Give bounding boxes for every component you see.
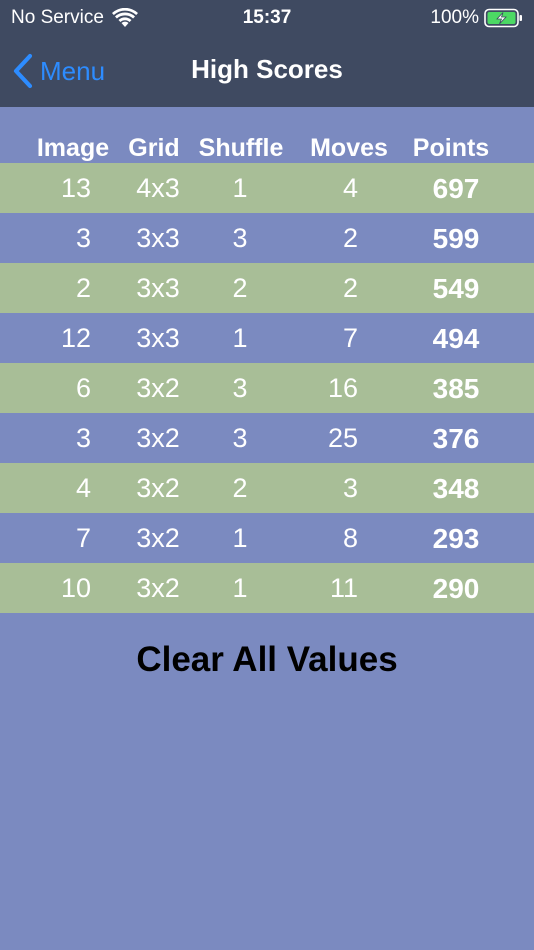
cell-shuffle: 2 bbox=[232, 473, 248, 503]
cell-points: 494 bbox=[432, 323, 480, 354]
cell-moves: 2 bbox=[342, 223, 358, 253]
cell-image: 4 bbox=[75, 473, 91, 503]
cell-points: 549 bbox=[432, 273, 480, 304]
header-points: Points bbox=[412, 134, 490, 162]
status-right: 100% bbox=[430, 7, 524, 29]
cell-shuffle: 2 bbox=[232, 273, 248, 303]
cell-shuffle: 1 bbox=[232, 523, 248, 553]
table-row: 13 4x3 1 4 697 bbox=[0, 163, 534, 213]
nav-bar: Menu High Scores bbox=[0, 40, 534, 102]
cell-moves: 7 bbox=[342, 323, 358, 353]
cell-moves: 11 bbox=[329, 573, 358, 603]
cell-points: 290 bbox=[432, 573, 480, 604]
table-header: Image Grid Shuffle Moves Points bbox=[0, 107, 534, 163]
table-row: 7 3x2 1 8 293 bbox=[0, 513, 534, 563]
table-row: 3 3x2 3 25 376 bbox=[0, 413, 534, 463]
cell-grid: 3x2 bbox=[136, 523, 180, 553]
cell-moves: 16 bbox=[327, 373, 358, 403]
table-row: 10 3x2 1 11 290 bbox=[0, 563, 534, 613]
cell-grid: 3x2 bbox=[136, 423, 180, 453]
header-moves: Moves bbox=[310, 134, 388, 162]
cell-points: 348 bbox=[432, 473, 480, 504]
header-grid: Grid bbox=[128, 134, 180, 162]
clear-all-button[interactable]: Clear All Values bbox=[0, 640, 534, 680]
table-row: 12 3x3 1 7 494 bbox=[0, 313, 534, 363]
cell-grid: 3x2 bbox=[136, 373, 180, 403]
high-scores-table: Image Grid Shuffle Moves Points 13 4x3 1… bbox=[0, 107, 534, 613]
cell-grid: 3x3 bbox=[136, 273, 180, 303]
cell-image: 6 bbox=[75, 373, 91, 403]
cell-image: 7 bbox=[75, 523, 91, 553]
cell-points: 376 bbox=[432, 423, 480, 454]
cell-moves: 3 bbox=[342, 473, 358, 503]
cell-image: 2 bbox=[75, 273, 91, 303]
table-row: 3 3x3 3 2 599 bbox=[0, 213, 534, 263]
cell-image: 3 bbox=[75, 223, 91, 253]
cell-image: 12 bbox=[60, 323, 91, 353]
cell-image: 13 bbox=[60, 173, 91, 203]
cell-grid: 3x2 bbox=[136, 473, 180, 503]
table-row: 4 3x2 2 3 348 bbox=[0, 463, 534, 513]
cell-grid: 3x2 bbox=[136, 573, 180, 603]
cell-shuffle: 3 bbox=[232, 223, 248, 253]
cell-moves: 8 bbox=[342, 523, 358, 553]
cell-shuffle: 3 bbox=[232, 423, 248, 453]
cell-moves: 4 bbox=[342, 173, 358, 203]
cell-shuffle: 1 bbox=[232, 323, 248, 353]
cell-shuffle: 3 bbox=[232, 373, 248, 403]
table-row: 6 3x2 3 16 385 bbox=[0, 363, 534, 413]
cell-moves: 2 bbox=[342, 273, 358, 303]
cell-shuffle: 1 bbox=[232, 573, 248, 603]
cell-points: 385 bbox=[432, 373, 480, 404]
battery-charging-icon bbox=[484, 8, 524, 28]
top-bar: No Service 15:37 100% Menu High Scores bbox=[0, 0, 534, 107]
cell-points: 599 bbox=[432, 223, 480, 254]
table-row: 2 3x3 2 2 549 bbox=[0, 263, 534, 313]
status-bar: No Service 15:37 100% bbox=[0, 0, 534, 36]
battery-percent: 100% bbox=[430, 7, 479, 28]
page-title: High Scores bbox=[191, 54, 343, 84]
cell-grid: 4x3 bbox=[136, 173, 180, 203]
cell-points: 697 bbox=[432, 173, 480, 204]
cell-points: 293 bbox=[432, 523, 480, 554]
cell-image: 10 bbox=[60, 573, 91, 603]
cell-image: 3 bbox=[75, 423, 91, 453]
cell-grid: 3x3 bbox=[136, 323, 180, 353]
cell-moves: 25 bbox=[327, 423, 358, 453]
header-shuffle: Shuffle bbox=[198, 134, 284, 162]
header-image: Image bbox=[36, 134, 110, 162]
cell-grid: 3x3 bbox=[136, 223, 180, 253]
cell-shuffle: 1 bbox=[232, 173, 248, 203]
